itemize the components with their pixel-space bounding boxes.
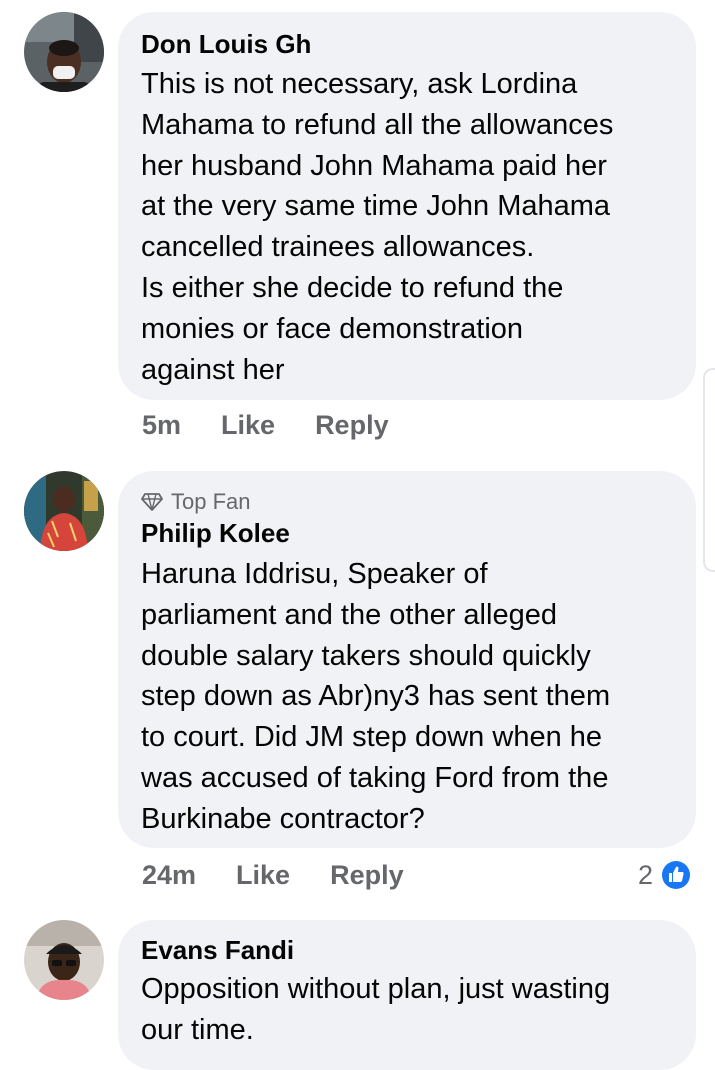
- avatar-man-red-shirt-icon: [24, 471, 104, 551]
- side-scroll-edge[interactable]: [703, 368, 715, 572]
- comment-actions: 24m Like Reply: [142, 860, 404, 891]
- top-fan-badge: Top Fan: [141, 489, 672, 515]
- comment-text: Haruna Iddrisu, Speaker of parliament an…: [141, 558, 611, 835]
- avatar-evans-fandi[interactable]: [24, 920, 104, 1000]
- like-button[interactable]: Like: [221, 410, 275, 441]
- like-button[interactable]: Like: [236, 860, 290, 891]
- reply-button[interactable]: Reply: [330, 860, 404, 891]
- comment-text: This is not necessary, ask Lordina Maham…: [141, 68, 614, 386]
- avatar-man-mask-icon: [24, 12, 104, 92]
- comment-author[interactable]: Evans Fandi: [141, 934, 672, 966]
- avatar-don-louis-gh[interactable]: [24, 12, 104, 92]
- comment-author[interactable]: Philip Kolee: [141, 517, 672, 549]
- avatar-philip-kolee[interactable]: [24, 471, 104, 551]
- comment-bubble: Evans Fandi Opposition without plan, jus…: [118, 920, 696, 1070]
- reaction-count: 2: [638, 859, 654, 890]
- comment-bubble: Don Louis Gh This is not necessary, ask …: [118, 12, 696, 400]
- comment-actions: 5m Like Reply: [142, 410, 389, 441]
- comment-timestamp[interactable]: 24m: [142, 860, 196, 891]
- avatar-man-cap-icon: [24, 920, 104, 1000]
- reply-button[interactable]: Reply: [315, 410, 389, 441]
- like-reaction-icon: [660, 859, 693, 891]
- comment-bubble: Top Fan Philip Kolee Haruna Iddrisu, Spe…: [118, 471, 696, 848]
- diamond-icon: [141, 493, 163, 511]
- comment-text: Opposition without plan, just wasting ou…: [141, 973, 611, 1046]
- reaction-summary[interactable]: 2: [638, 858, 693, 892]
- badge-label: Top Fan: [171, 489, 251, 514]
- comment-author[interactable]: Don Louis Gh: [141, 28, 672, 60]
- comment-timestamp[interactable]: 5m: [142, 410, 181, 441]
